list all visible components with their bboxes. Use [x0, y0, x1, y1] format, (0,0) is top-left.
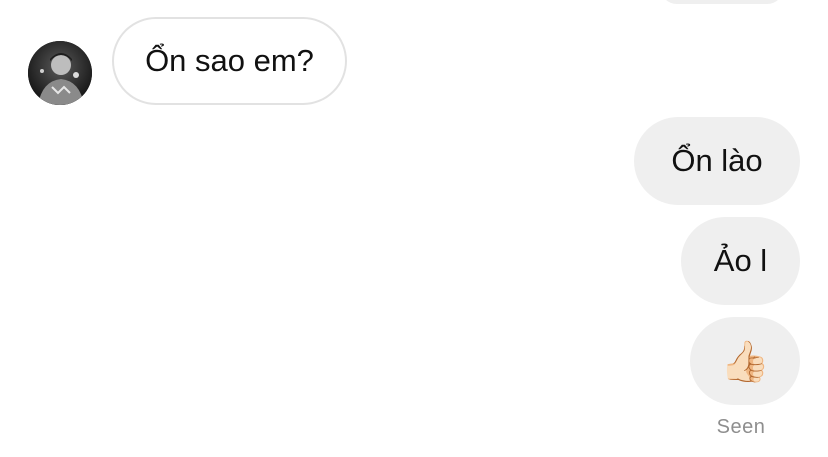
outgoing-reaction-bubble[interactable]: 👍🏻 [690, 317, 800, 405]
incoming-message-text: Ổn sao em? [145, 43, 314, 78]
outgoing-message-bubble[interactable]: Ổn lào [634, 117, 800, 205]
seen-status: Seen [716, 416, 766, 438]
incoming-message-bubble[interactable]: Ổn sao em? [112, 17, 347, 105]
previous-message-bubble[interactable] [660, 0, 784, 4]
thumbs-up-icon: 👍🏻 [720, 339, 770, 384]
profile-photo-icon [28, 41, 92, 105]
outgoing-message-text: Ảo l [713, 243, 768, 278]
chat-thread: Ổn sao em? Ổn lào Ảo l 👍🏻 Seen [0, 0, 828, 457]
outgoing-message-text: Ổn lào [671, 143, 763, 178]
outgoing-message-bubble[interactable]: Ảo l [681, 217, 800, 305]
sender-avatar[interactable] [28, 41, 92, 105]
